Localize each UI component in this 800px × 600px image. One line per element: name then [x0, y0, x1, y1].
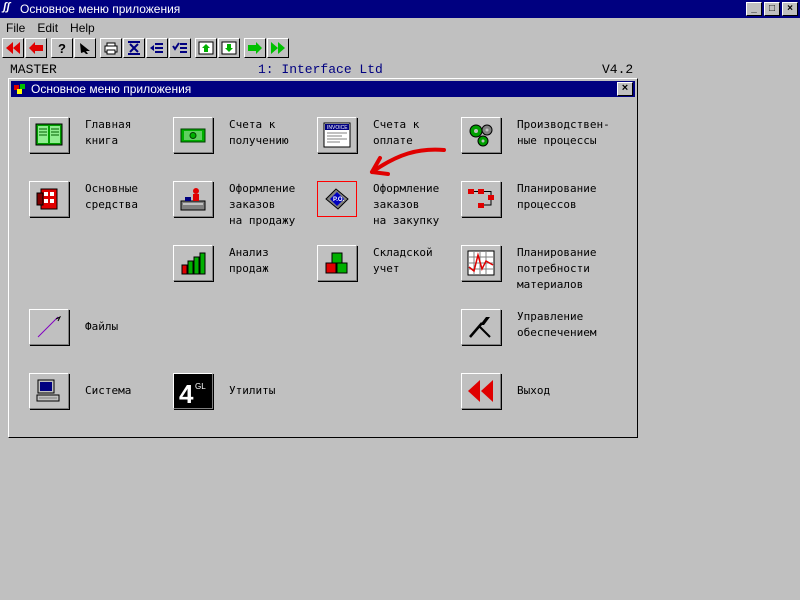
status-line: MASTER 1: Interface Ltd V4.2: [0, 62, 640, 77]
window-controls: _ □ ×: [746, 2, 798, 16]
main-menu-titlebar: Основное меню приложения ×: [11, 81, 635, 97]
printer-button[interactable]: [100, 38, 122, 58]
right-arrow-icon: [248, 42, 262, 54]
maximize-button[interactable]: □: [764, 2, 780, 16]
maintenance-button[interactable]: [461, 309, 501, 345]
sales-analysis-button[interactable]: [173, 245, 213, 281]
last-record-button[interactable]: [267, 38, 289, 58]
general-ledger-label: Главная книга: [85, 118, 132, 147]
app-titlebar: ʃʃ Основное меню приложения _ □ ×: [0, 0, 800, 18]
receivables-label: Счета к получению: [229, 118, 289, 147]
tools-icon: [469, 317, 491, 338]
sales-analysis-label: Анализ продаж: [229, 246, 269, 275]
check-list-button[interactable]: [169, 38, 191, 58]
inventory-button[interactable]: [317, 245, 357, 281]
sales-orders-label: Оформление заказов на продажу: [229, 182, 296, 227]
money-bill-icon: [180, 128, 206, 143]
help-button[interactable]: ?: [51, 38, 73, 58]
bar-chart-icon: [181, 252, 206, 275]
version-label: V4.2: [602, 62, 634, 77]
exit-button[interactable]: [461, 373, 501, 409]
main-menu-title: Основное меню приложения: [31, 82, 192, 96]
question-icon: ?: [58, 41, 66, 55]
first-record-button[interactable]: [2, 38, 24, 58]
delete-record-button[interactable]: [123, 38, 145, 58]
pointer-icon: [80, 43, 90, 54]
invoice-icon: INVOICE: [323, 122, 351, 148]
cashier-icon: [180, 188, 206, 211]
production-label: Производствен- ные процессы: [517, 118, 610, 147]
svg-text:4: 4: [179, 379, 194, 405]
menu-file[interactable]: File: [0, 19, 31, 37]
annotation-arrow-icon: [370, 147, 446, 176]
cabinet-icon: [36, 188, 58, 210]
main-menu-window: Основное меню приложения × Главная книга…: [8, 78, 638, 438]
printer-icon: [104, 42, 118, 55]
fixed-assets-button[interactable]: [29, 181, 69, 217]
gears-icon: [469, 124, 493, 147]
production-button[interactable]: [461, 117, 501, 153]
inventory-label: Складской учет: [373, 246, 433, 275]
gl-text: GL: [195, 382, 206, 391]
double-right-arrow-icon: [271, 42, 285, 54]
down-arrow-icon: [221, 41, 237, 55]
files-icon: [37, 315, 62, 338]
delete-record-icon: [128, 41, 140, 55]
left-arrow-icon: [29, 42, 43, 54]
exit-label: Выход: [517, 384, 551, 397]
po-text: P.O.: [333, 197, 345, 203]
toolbar: ?: [2, 38, 289, 60]
receivables-button[interactable]: [173, 117, 213, 153]
pointer-help-button[interactable]: [74, 38, 96, 58]
menu-bar: File Edit Help: [0, 19, 800, 37]
grid-chart-icon: [467, 250, 495, 276]
boxes-icon: [325, 252, 348, 274]
process-planning-label: Планирование процессов: [517, 182, 597, 211]
menu-help[interactable]: Help: [64, 19, 101, 37]
payables-button[interactable]: INVOICE: [317, 117, 357, 153]
mrp-label: Планирование потребности материалов: [517, 246, 597, 291]
company-master-label: MASTER: [10, 62, 57, 77]
4gl-icon: 4 GL: [179, 379, 206, 405]
general-ledger-button[interactable]: [29, 117, 69, 153]
fixed-assets-label: Основные средства: [85, 182, 138, 211]
purchase-order-icon: P.O.: [325, 188, 349, 210]
flowchart-icon: [468, 189, 494, 208]
utilities-button[interactable]: 4 GL: [173, 373, 213, 409]
window-app-icon: [14, 84, 25, 94]
invoice-text: INVOICE: [327, 125, 348, 131]
minimize-button[interactable]: _: [746, 2, 762, 16]
check-list-icon: [172, 42, 187, 53]
purchase-orders-button[interactable]: P.O.: [317, 181, 357, 217]
insert-record-button[interactable]: [146, 38, 168, 58]
utilities-label: Утилиты: [229, 384, 276, 397]
company-name-label: 1: Interface Ltd: [258, 62, 383, 77]
computer-icon: [36, 379, 60, 402]
insert-record-icon: [150, 43, 163, 53]
download-button[interactable]: [218, 38, 240, 58]
double-left-arrow-icon: [6, 42, 20, 54]
app-title: Основное меню приложения: [20, 2, 181, 16]
upload-button[interactable]: [195, 38, 217, 58]
maintenance-label: Управление обеспечением: [517, 310, 597, 339]
svg-text:?: ?: [58, 41, 66, 55]
system-label: Система: [85, 384, 132, 397]
process-planning-button[interactable]: [461, 181, 501, 217]
exit-arrows-icon: [468, 380, 493, 402]
files-label: Файлы: [85, 320, 119, 333]
sales-orders-button[interactable]: [173, 181, 213, 217]
files-button[interactable]: [29, 309, 69, 345]
forward-button[interactable]: [244, 38, 266, 58]
up-arrow-icon: [198, 41, 214, 55]
mrp-button[interactable]: [461, 245, 501, 281]
close-button[interactable]: ×: [782, 2, 798, 16]
back-button[interactable]: [25, 38, 47, 58]
app-logo-icon: ʃʃ: [3, 1, 11, 13]
system-button[interactable]: [29, 373, 69, 409]
main-menu-close-button[interactable]: ×: [617, 82, 633, 96]
menu-edit[interactable]: Edit: [31, 19, 64, 37]
book-icon: [35, 123, 63, 146]
